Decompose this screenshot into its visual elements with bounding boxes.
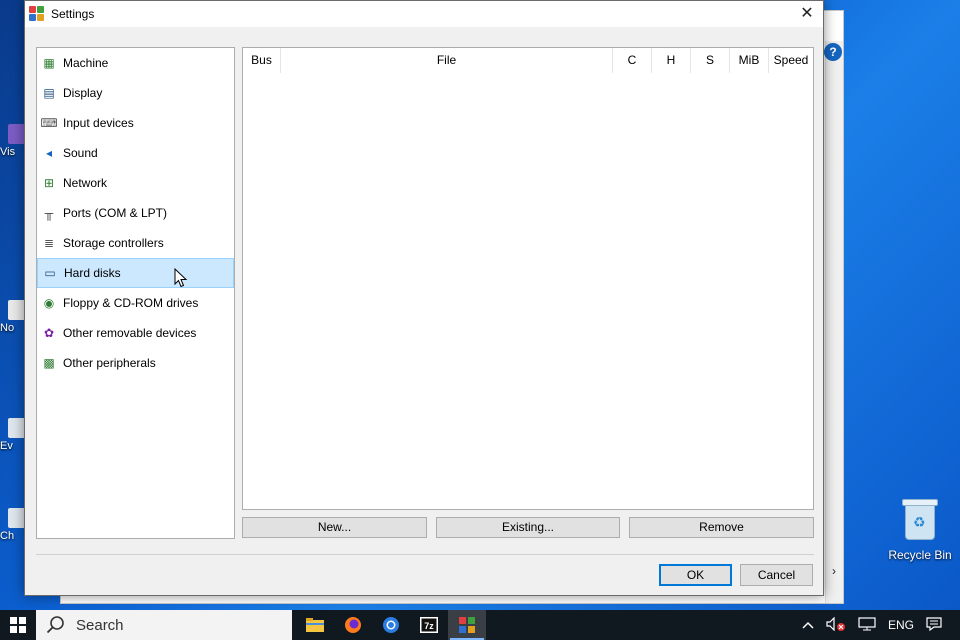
new-disk-button[interactable]: New... — [242, 517, 427, 538]
sidebar-item-other-removable-devices[interactable]: ✿ Other removable devices — [37, 318, 234, 348]
recycle-bin-label: Recycle Bin — [888, 548, 952, 562]
remove-disk-button[interactable]: Remove — [629, 517, 814, 538]
volume-button[interactable] — [820, 616, 852, 634]
sound-icon: ◂ — [45, 146, 53, 160]
sidebar-item-label: Hard disks — [64, 266, 121, 280]
search-placeholder: Search — [76, 616, 124, 634]
desktop-icon-partial[interactable]: No — [0, 300, 26, 334]
system-tray: ENG — [796, 610, 960, 640]
desktop-icon-label: Ev — [0, 440, 13, 452]
desktop-icon-partial[interactable]: Vis — [0, 124, 26, 158]
ports-icon: ╥ — [44, 206, 54, 220]
desktop-icon-label: Ch — [0, 530, 15, 542]
taskbar-search[interactable]: Search — [36, 610, 292, 640]
peripherals-icon: ▩ — [43, 356, 55, 370]
cancel-button[interactable]: Cancel — [740, 564, 813, 586]
divider — [36, 554, 814, 555]
taskbar-virtualbox[interactable] — [448, 610, 486, 640]
virtualbox-icon — [459, 617, 475, 633]
title-bar: Settings ✕ — [25, 1, 823, 27]
chevron-right-icon[interactable]: › — [832, 564, 836, 578]
sidebar-item-hard-disks[interactable]: ▭ Hard disks — [37, 258, 234, 288]
taskbar-7zip[interactable]: 7z — [410, 610, 448, 640]
help-icon[interactable]: ? — [824, 43, 842, 61]
network-button[interactable] — [852, 616, 882, 634]
chrome-icon — [383, 617, 399, 633]
sidebar-item-label: Ports (COM & LPT) — [63, 206, 168, 220]
sidebar-item-network[interactable]: ⊞ Network — [37, 168, 234, 198]
sidebar-item-label: Display — [63, 86, 103, 100]
floppy-cdrom-icon: ◉ — [43, 296, 55, 310]
column-header-c[interactable]: C — [613, 48, 652, 73]
sidebar-item-label: Machine — [63, 56, 109, 70]
sidebar-item-label: Sound — [63, 146, 98, 160]
taskbar: Search 7z ENG — [0, 610, 960, 640]
sidebar-item-input-devices[interactable]: ⌨ Input devices — [37, 108, 234, 138]
volume-muted-icon — [826, 616, 845, 631]
column-header-file[interactable]: File — [281, 48, 613, 73]
settings-dialog: Settings ✕ ▦ Machine ▤ Display ⌨ Input device… — [24, 0, 824, 596]
chevron-up-icon — [802, 621, 814, 629]
sidebar-item-label: Other removable devices — [63, 326, 197, 340]
sidebar-item-ports-com-lpt[interactable]: ╥ Ports (COM & LPT) — [37, 198, 234, 228]
firefox-icon — [345, 617, 361, 633]
network-icon — [858, 616, 876, 630]
language-indicator[interactable]: ENG — [882, 618, 920, 632]
column-header-mib[interactable]: MiB — [730, 48, 769, 73]
hard-disks-icon: ▭ — [44, 266, 56, 280]
close-button[interactable]: ✕ — [791, 1, 823, 27]
sidebar-item-other-peripherals[interactable]: ▩ Other peripherals — [37, 348, 234, 378]
column-header-s[interactable]: S — [691, 48, 730, 73]
recycle-bin-icon: ♻ — [901, 498, 939, 542]
notifications-icon — [926, 616, 942, 631]
hard-disks-table: Bus File C H S MiB Speed — [242, 47, 814, 510]
machine-icon: ▦ — [43, 56, 55, 70]
dialog-title: Settings — [51, 7, 95, 21]
virtualbox-icon — [29, 6, 45, 22]
settings-category-list: ▦ Machine ▤ Display ⌨ Input devices ◂ Sound ⊞ Net… — [36, 47, 235, 539]
close-icon: ✕ — [800, 5, 814, 22]
sidebar-item-label: Network — [63, 176, 108, 190]
sidebar-item-display[interactable]: ▤ Display — [37, 78, 234, 108]
windows-icon — [10, 617, 26, 633]
sidebar-item-label: Other peripherals — [63, 356, 156, 370]
mouse-cursor-icon — [174, 268, 188, 288]
removable-devices-icon: ✿ — [43, 326, 55, 340]
desktop-icon-partial[interactable]: Ev — [0, 418, 26, 452]
sidebar-item-label: Storage controllers — [63, 236, 164, 250]
column-header-h[interactable]: H — [652, 48, 691, 73]
background-scrollbar — [825, 41, 843, 603]
show-hidden-icons-button[interactable] — [796, 618, 820, 632]
existing-disk-button[interactable]: Existing... — [436, 517, 620, 538]
sidebar-item-label: Floppy & CD-ROM drives — [63, 296, 199, 310]
sidebar-item-sound[interactable]: ◂ Sound — [37, 138, 234, 168]
disk-actions: New... Existing... Remove — [242, 517, 814, 538]
display-icon: ▤ — [43, 86, 55, 100]
taskbar-file-explorer[interactable] — [296, 610, 334, 640]
7zip-icon: 7z — [420, 617, 438, 633]
ok-button[interactable]: OK — [659, 564, 732, 586]
taskbar-chrome[interactable] — [372, 610, 410, 640]
recycle-bin[interactable]: ♻ Recycle Bin — [884, 498, 956, 562]
table-header: Bus File C H S MiB Speed — [243, 48, 813, 73]
start-button[interactable] — [0, 610, 36, 640]
desktop-icon-label: No — [0, 322, 15, 334]
notifications-button[interactable] — [920, 616, 960, 634]
storage-controllers-icon: ≣ — [43, 236, 55, 250]
sidebar-item-label: Input devices — [63, 116, 134, 130]
sidebar-item-floppy-cd-rom-drives[interactable]: ◉ Floppy & CD-ROM drives — [37, 288, 234, 318]
column-header-bus[interactable]: Bus — [243, 48, 281, 73]
file-explorer-icon — [306, 618, 324, 632]
desktop-icon-label: Vis — [0, 146, 16, 158]
network-icon: ⊞ — [43, 176, 55, 190]
sidebar-item-machine[interactable]: ▦ Machine — [37, 48, 234, 78]
taskbar-firefox[interactable] — [334, 610, 372, 640]
desktop-icon-partial[interactable]: Ch — [0, 508, 26, 542]
column-header-speed[interactable]: Speed — [769, 48, 813, 73]
input-devices-icon: ⌨ — [40, 116, 58, 130]
search-icon — [46, 616, 64, 634]
svg-text:7z: 7z — [424, 621, 434, 631]
sidebar-item-storage-controllers[interactable]: ≣ Storage controllers — [37, 228, 234, 258]
